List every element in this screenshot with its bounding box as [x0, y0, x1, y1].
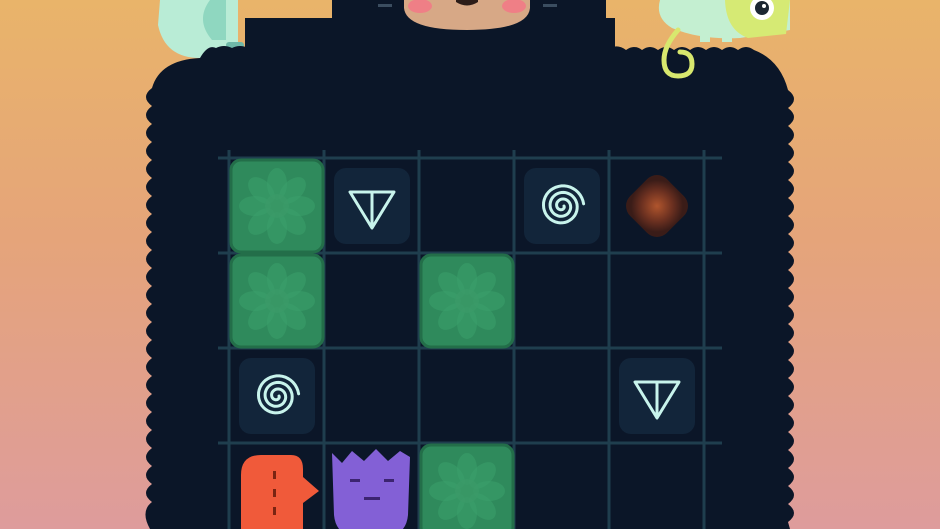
spiral-block-tile[interactable]: [524, 168, 600, 244]
arrow-down-block-tile[interactable]: [334, 168, 410, 244]
bush-tile[interactable]: [419, 443, 515, 529]
bush-tile[interactable]: [419, 253, 515, 349]
purple-creature-tile[interactable]: [332, 449, 410, 529]
sloth-face-icon: [332, 0, 606, 30]
spiral-block-tile[interactable]: [239, 358, 315, 434]
bush-tile[interactable]: [229, 158, 325, 254]
bush-tile[interactable]: [229, 253, 325, 349]
arrow-down-block-tile[interactable]: [619, 358, 695, 434]
game-scene: [145, 0, 795, 529]
